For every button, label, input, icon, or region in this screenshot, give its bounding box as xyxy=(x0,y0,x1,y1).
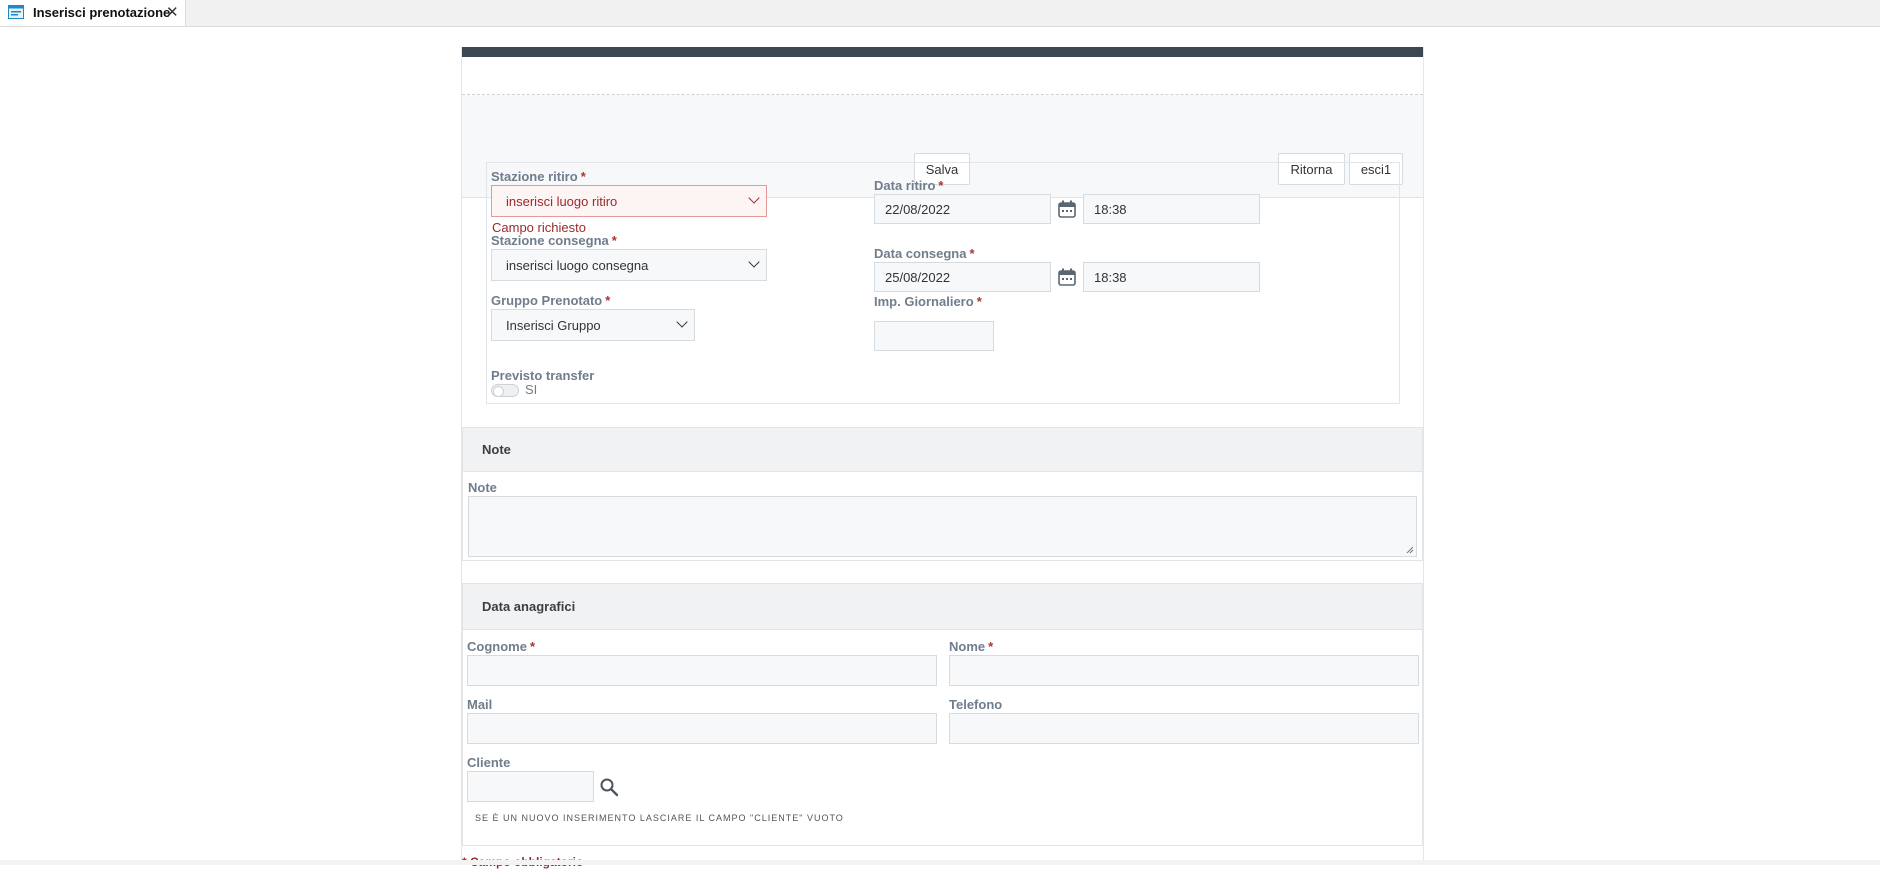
personal-section-title: Data anagrafici xyxy=(482,599,576,614)
calendar-icon[interactable] xyxy=(1057,267,1077,287)
phone-label: Telefono xyxy=(949,697,1003,712)
personal-section-header: Data anagrafici xyxy=(463,584,1422,630)
name-label: Nome * xyxy=(949,639,994,654)
pickup-date-label: Data ritiro * xyxy=(874,178,944,193)
surname-label: Cognome * xyxy=(467,639,536,654)
toggle-knob xyxy=(493,386,504,397)
form-icon xyxy=(8,5,24,19)
bottom-strip xyxy=(0,860,1880,865)
pickup-time-input[interactable]: 18:38 xyxy=(1083,194,1260,224)
tab-inserisci-prenotazione[interactable]: Inserisci prenotazione ✕ xyxy=(0,0,186,26)
transfer-toggle[interactable] xyxy=(491,384,519,397)
client-input[interactable] xyxy=(467,771,594,802)
return-date-input[interactable]: 25/08/2022 xyxy=(874,262,1051,292)
mail-label: Mail xyxy=(467,697,493,712)
group-select[interactable]: Inserisci Gruppo xyxy=(491,309,695,341)
tab-title: Inserisci prenotazione xyxy=(33,5,171,20)
booking-form: Salva Ritorna esci1 Stazione ritiro * ins… xyxy=(461,47,1424,869)
pickup-date-input[interactable]: 22/08/2022 xyxy=(874,194,1051,224)
daily-amount-label: Imp. Giornaliero * xyxy=(874,294,982,309)
mail-input[interactable] xyxy=(467,713,937,744)
pickup-station-select[interactable]: inserisci luogo ritiro xyxy=(491,185,767,217)
return-station-label: Stazione consegna * xyxy=(491,233,617,248)
resize-handle-icon[interactable] xyxy=(1406,546,1414,554)
phone-input[interactable] xyxy=(949,713,1419,744)
personal-data-section: Data anagrafici Cognome * Nome * Mail Tele… xyxy=(462,583,1423,846)
return-time-input[interactable]: 18:38 xyxy=(1083,262,1260,292)
chevron-down-icon xyxy=(748,192,760,204)
surname-input[interactable] xyxy=(467,655,937,686)
close-icon[interactable]: ✕ xyxy=(166,3,179,21)
chevron-down-icon xyxy=(676,316,688,328)
tab-bar: Inserisci prenotazione ✕ xyxy=(0,0,1880,27)
booking-panel: Stazione ritiro * inserisci luogo ritiro … xyxy=(486,162,1400,404)
notes-section-header: Note xyxy=(463,428,1422,472)
daily-amount-input[interactable] xyxy=(874,321,994,351)
pickup-station-label: Stazione ritiro * xyxy=(491,169,586,184)
chevron-down-icon xyxy=(748,256,760,268)
notes-textarea[interactable] xyxy=(468,496,1417,557)
client-hint: SE È UN NUOVO INSERIMENTO LASCIARE IL CA… xyxy=(475,813,844,823)
header-spacer xyxy=(462,57,1423,95)
header-bar xyxy=(462,47,1423,57)
return-date-label: Data consegna * xyxy=(874,246,975,261)
notes-section-title: Note xyxy=(482,442,511,457)
group-label: Gruppo Prenotato * xyxy=(491,293,611,308)
notes-section: Note Note xyxy=(462,427,1423,561)
transfer-toggle-text: SI xyxy=(525,382,538,397)
transfer-label: Previsto transfer xyxy=(491,368,595,383)
search-icon[interactable] xyxy=(599,777,619,797)
calendar-icon[interactable] xyxy=(1057,199,1077,219)
notes-field-label: Note xyxy=(468,480,497,495)
name-input[interactable] xyxy=(949,655,1419,686)
return-station-select[interactable]: inserisci luogo consegna xyxy=(491,249,767,281)
client-label: Cliente xyxy=(467,755,511,770)
